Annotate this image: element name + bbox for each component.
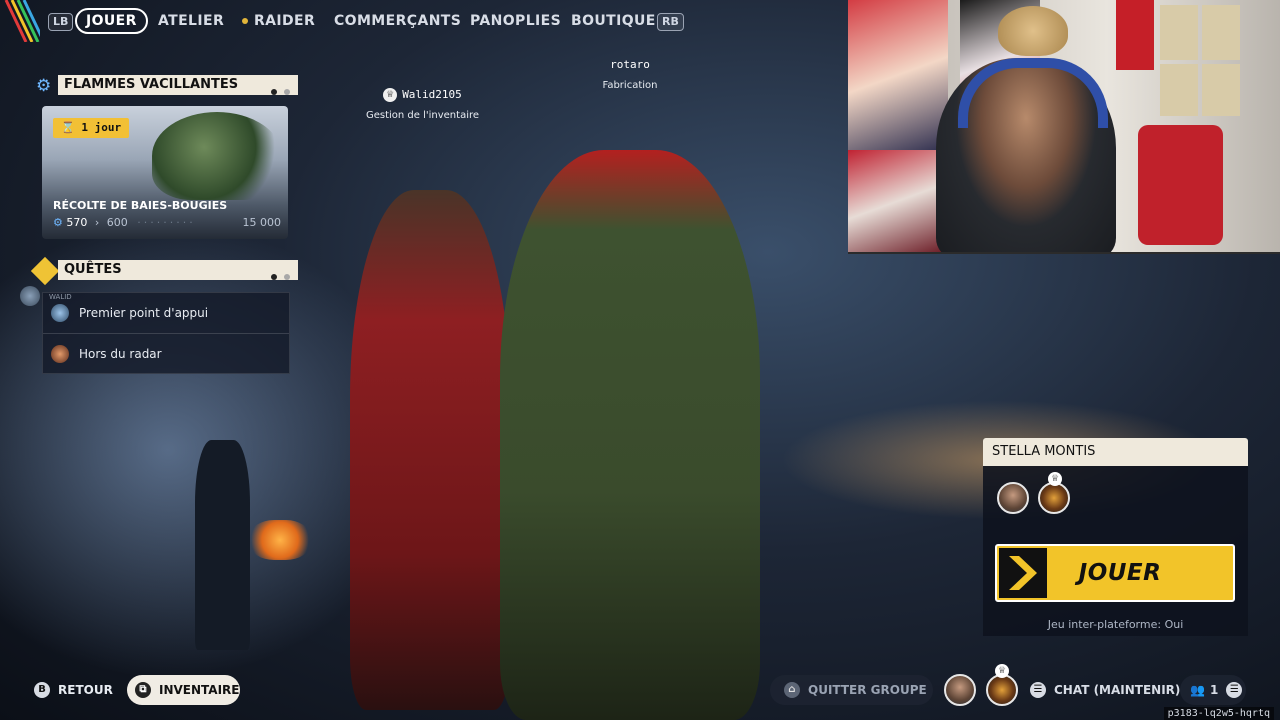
rainbow-stripes-logo — [4, 0, 40, 42]
page-dots — [264, 82, 290, 102]
progress-next: 600 — [106, 216, 128, 229]
wanted-poster — [1160, 5, 1198, 60]
quests-panel-header[interactable]: QUÊTES — [58, 260, 298, 280]
event-card[interactable]: ⌛ 1 jour RÉCOLTE DE BAIES-BOUGIES ⚙ 570 … — [42, 106, 288, 239]
quest-item[interactable]: Hors du radar — [43, 333, 289, 373]
wanted-poster — [1202, 5, 1240, 60]
lb-bumper-hint[interactable]: LB — [48, 13, 74, 31]
tab-commercants[interactable]: COMMERÇANTS — [334, 8, 461, 34]
gear-icon: ⚙ — [36, 76, 52, 96]
session-code: p3183-lq2w5-hqrtq — [1163, 707, 1274, 720]
leave-group-label: QUITTER GROUPE — [808, 683, 927, 697]
play-label: JOUER — [1078, 560, 1162, 586]
anime-poster — [848, 0, 948, 150]
gear-small-icon: ⚙ — [53, 216, 63, 229]
leave-group-icon: ⌂ — [784, 682, 800, 698]
straw-hat — [998, 6, 1068, 56]
anime-poster — [848, 150, 948, 252]
quest-icon — [51, 344, 69, 363]
party-count: 1 — [1209, 683, 1219, 697]
mode-name: STELLA MONTIS — [992, 444, 1096, 459]
event-panel-header[interactable]: FLAMMES VACILLANTES — [58, 75, 298, 95]
player-activity: Gestion de l'inventaire — [365, 110, 480, 121]
rb-bumper-hint[interactable]: RB — [657, 13, 684, 31]
background-figure — [195, 440, 250, 650]
fire-barrel — [250, 520, 310, 560]
leave-group-button[interactable]: ⌂ QUITTER GROUPE — [770, 675, 933, 705]
chevron-right-icon: › — [94, 216, 100, 229]
mode-header: STELLA MONTIS — [983, 438, 1248, 466]
tab-raider-label: RAIDER — [254, 13, 316, 29]
inventory-label: INVENTAIRE — [159, 683, 240, 697]
tab-panoplies[interactable]: PANOPLIES — [470, 8, 561, 34]
time-badge-label: 1 jour — [81, 121, 122, 134]
time-badge: ⌛ 1 jour — [53, 118, 130, 138]
quest-item[interactable]: Premier point d'appui — [43, 293, 289, 332]
webcam-overlay — [848, 0, 1280, 254]
crown-icon: ♕ — [383, 88, 398, 102]
tab-atelier[interactable]: ATELIER — [158, 8, 224, 34]
crossplay-status: Jeu inter-plateforme: Oui — [1047, 618, 1184, 631]
wanted-poster — [1202, 64, 1240, 116]
character-green-coat — [500, 150, 760, 720]
event-title: FLAMMES VACILLANTES — [64, 77, 239, 92]
quest-page-dots — [264, 267, 290, 287]
quests-title: QUÊTES — [64, 262, 122, 277]
back-button[interactable]: B RETOUR — [34, 675, 113, 705]
raider-icon — [242, 18, 248, 24]
play-button[interactable]: JOUER — [995, 544, 1235, 602]
candle-berry-bush-image — [152, 112, 282, 200]
back-label: RETOUR — [58, 683, 113, 697]
flag-poster — [1116, 0, 1154, 70]
wanted-poster — [1160, 64, 1198, 116]
party-avatar[interactable] — [997, 482, 1029, 514]
player-avatar — [20, 286, 40, 306]
chat-button[interactable]: ☰ CHAT (MAINTENIR) — [1030, 675, 1180, 705]
quest-list: WALID Premier point d'appui Hors du rada… — [42, 292, 290, 374]
tab-raider[interactable]: RAIDER — [242, 8, 315, 34]
player-label-walid: ♕ Walid2105 Gestion de l'inventaire — [355, 88, 490, 121]
leader-crown-icon: ♕ — [1048, 472, 1062, 486]
player-label-rotaro: rotaro Fabrication — [580, 58, 680, 91]
progress-max: 15 000 — [242, 216, 282, 229]
quest-icon — [51, 303, 69, 322]
character-red-suit — [350, 190, 510, 710]
party-avatar[interactable] — [986, 674, 1018, 706]
quest-label: Premier point d'appui — [79, 305, 209, 320]
party-button[interactable]: 👥 1 ☰ — [1180, 675, 1246, 705]
tab-jouer[interactable]: JOUER — [75, 8, 148, 34]
view-button-icon: ⧉ — [135, 682, 151, 698]
inventory-button[interactable]: ⧉ INVENTAIRE — [127, 675, 240, 705]
menu-icon: ☰ — [1226, 682, 1243, 698]
event-card-title: RÉCOLTE DE BAIES-BOUGIES — [53, 199, 228, 212]
top-navigation: LB JOUER ATELIER RAIDER COMMERÇANTS PANO… — [0, 0, 848, 42]
progress-dots: ········· — [137, 216, 196, 229]
party-avatar[interactable] — [1038, 482, 1070, 514]
player-activity: Fabrication — [602, 80, 658, 91]
chat-label: CHAT (MAINTENIR) — [1054, 683, 1181, 697]
player-name: rotaro — [610, 58, 650, 71]
quest-label: Hors du radar — [79, 346, 162, 361]
party-avatar[interactable] — [944, 674, 976, 706]
b-button-icon: B — [34, 682, 50, 698]
party-icon: 👥 — [1190, 683, 1205, 697]
progress-current: 570 — [66, 216, 88, 229]
event-progress: ⚙ 570 › 600 ········· 15 000 — [53, 216, 281, 232]
player-name: Walid2105 — [402, 88, 462, 101]
tab-boutique[interactable]: BOUTIQUE — [571, 8, 656, 34]
red-bag — [1138, 125, 1223, 245]
leader-crown-icon: ♕ — [995, 664, 1009, 678]
menu-button-icon: ☰ — [1030, 682, 1046, 698]
